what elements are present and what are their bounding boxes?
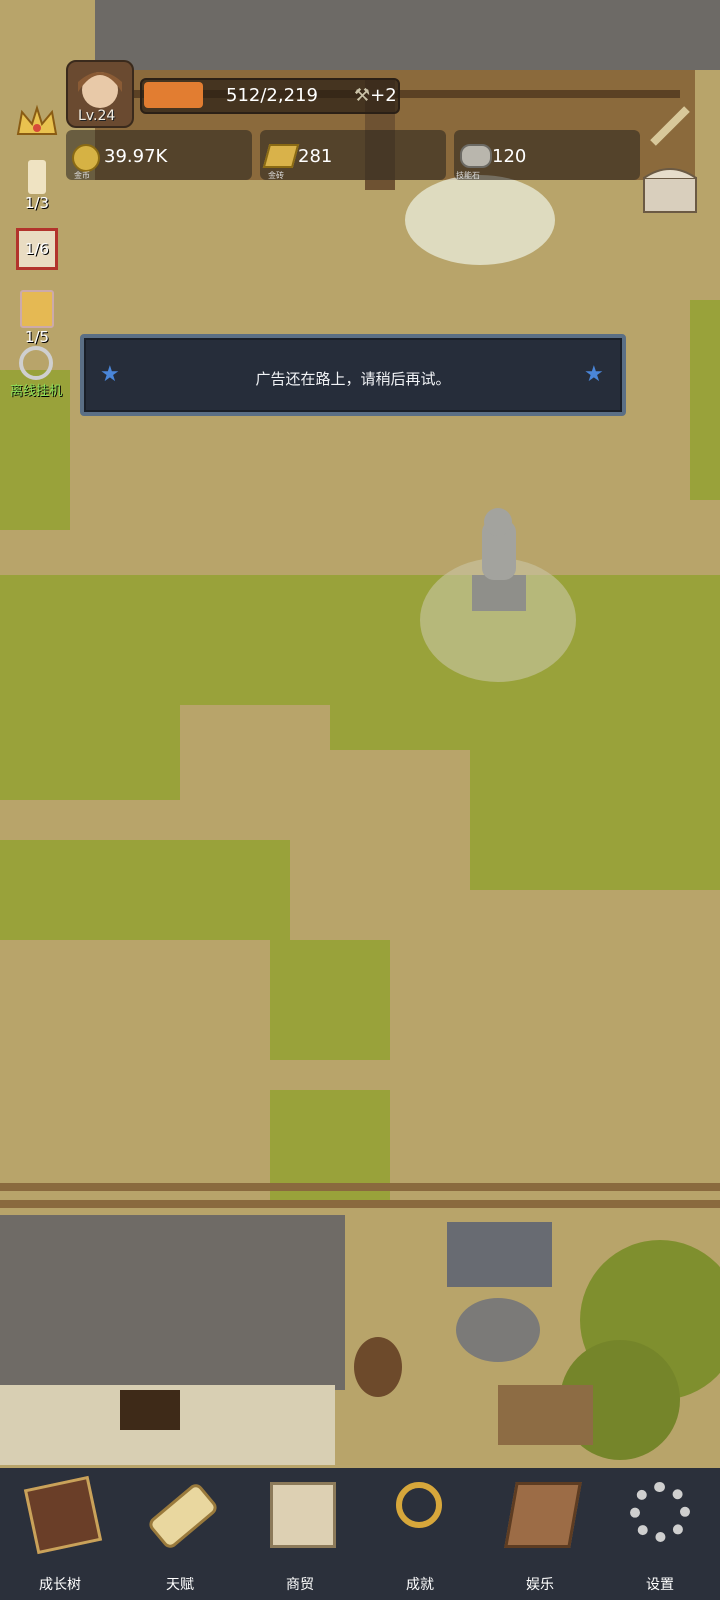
map-icon bbox=[270, 1482, 336, 1548]
candle-icon bbox=[28, 160, 46, 194]
candle-button[interactable]: 1/3 bbox=[14, 160, 60, 212]
drink-count: 1/5 bbox=[24, 328, 50, 346]
skill-stone-label: 技能石 bbox=[456, 171, 480, 180]
nav-label: 设置 bbox=[646, 1577, 674, 1593]
gold-bar-label: 金砖 bbox=[268, 171, 284, 180]
treasure-chest-icon[interactable] bbox=[642, 164, 698, 214]
book-icon bbox=[23, 1475, 103, 1555]
beer-mug-icon bbox=[20, 290, 54, 328]
nav-entertainment[interactable]: 娱乐 bbox=[480, 1468, 600, 1600]
offline-idle-button[interactable]: 离线挂机 bbox=[6, 346, 66, 399]
nav-talent[interactable]: 天赋 bbox=[120, 1468, 240, 1600]
skill-stone-icon bbox=[460, 144, 492, 168]
nav-trade[interactable]: 商贸 bbox=[240, 1468, 360, 1600]
xp-text: 512/2,219 bbox=[226, 85, 318, 106]
xp-bonus: ⚒+2 bbox=[354, 85, 397, 106]
dice-button[interactable]: 1/6 bbox=[14, 228, 60, 270]
resource-gold-bar[interactable]: 281 金砖 bbox=[260, 130, 446, 180]
nav-label: 成长树 bbox=[39, 1577, 81, 1593]
nav-achievement[interactable]: 成就 bbox=[360, 1468, 480, 1600]
xp-bar: 512/2,219 ⚒+2 bbox=[140, 78, 400, 114]
barrel bbox=[354, 1337, 402, 1397]
nav-growth-tree[interactable]: 成长树 bbox=[0, 1468, 120, 1600]
gear-icon bbox=[630, 1482, 690, 1542]
toast-message: ★ 广告还在路上，请稍后再试。 ★ bbox=[80, 334, 626, 416]
game-scene[interactable] bbox=[0, 0, 720, 1600]
toast-text: 广告还在路上，请稍后再试。 bbox=[255, 370, 451, 388]
pickaxe-button[interactable] bbox=[644, 98, 698, 152]
resource-skill-stone[interactable]: 120 技能石 bbox=[454, 130, 640, 180]
nav-label: 娱乐 bbox=[526, 1577, 554, 1593]
gold-coin-icon bbox=[72, 144, 100, 172]
skill-stone-value: 120 bbox=[492, 146, 527, 167]
bottom-house bbox=[0, 1215, 345, 1465]
drink-button[interactable]: 1/5 bbox=[14, 290, 60, 346]
gold-bar-value: 281 bbox=[298, 146, 333, 167]
pickaxe-icon: ⚒ bbox=[354, 85, 371, 106]
banner-icon bbox=[504, 1482, 582, 1548]
xp-fill bbox=[144, 82, 203, 108]
nav-label: 商贸 bbox=[286, 1577, 314, 1593]
offline-idle-label: 离线挂机 bbox=[9, 384, 62, 399]
cart bbox=[498, 1385, 593, 1445]
resource-gold[interactable]: 39.97K 金币 bbox=[66, 130, 252, 180]
gold-label: 金币 bbox=[74, 171, 90, 180]
gold-bar-icon bbox=[262, 144, 300, 168]
scroll-icon bbox=[146, 1480, 220, 1552]
candle-count: 1/3 bbox=[24, 194, 50, 212]
gold-value: 39.97K bbox=[104, 146, 168, 167]
key-icon bbox=[19, 346, 53, 380]
bottom-nav: 成长树 天赋 商贸 成就 娱乐 设置 bbox=[0, 1468, 720, 1600]
crown-icon[interactable] bbox=[14, 100, 60, 146]
dice-count: 1/6 bbox=[24, 240, 50, 258]
nav-label: 天赋 bbox=[166, 1577, 194, 1593]
key-icon bbox=[396, 1482, 442, 1528]
nav-label: 成就 bbox=[406, 1577, 434, 1593]
star-right-icon: ★ bbox=[584, 362, 604, 387]
player-level: Lv.24 bbox=[78, 108, 116, 124]
nav-settings[interactable]: 设置 bbox=[600, 1468, 720, 1600]
